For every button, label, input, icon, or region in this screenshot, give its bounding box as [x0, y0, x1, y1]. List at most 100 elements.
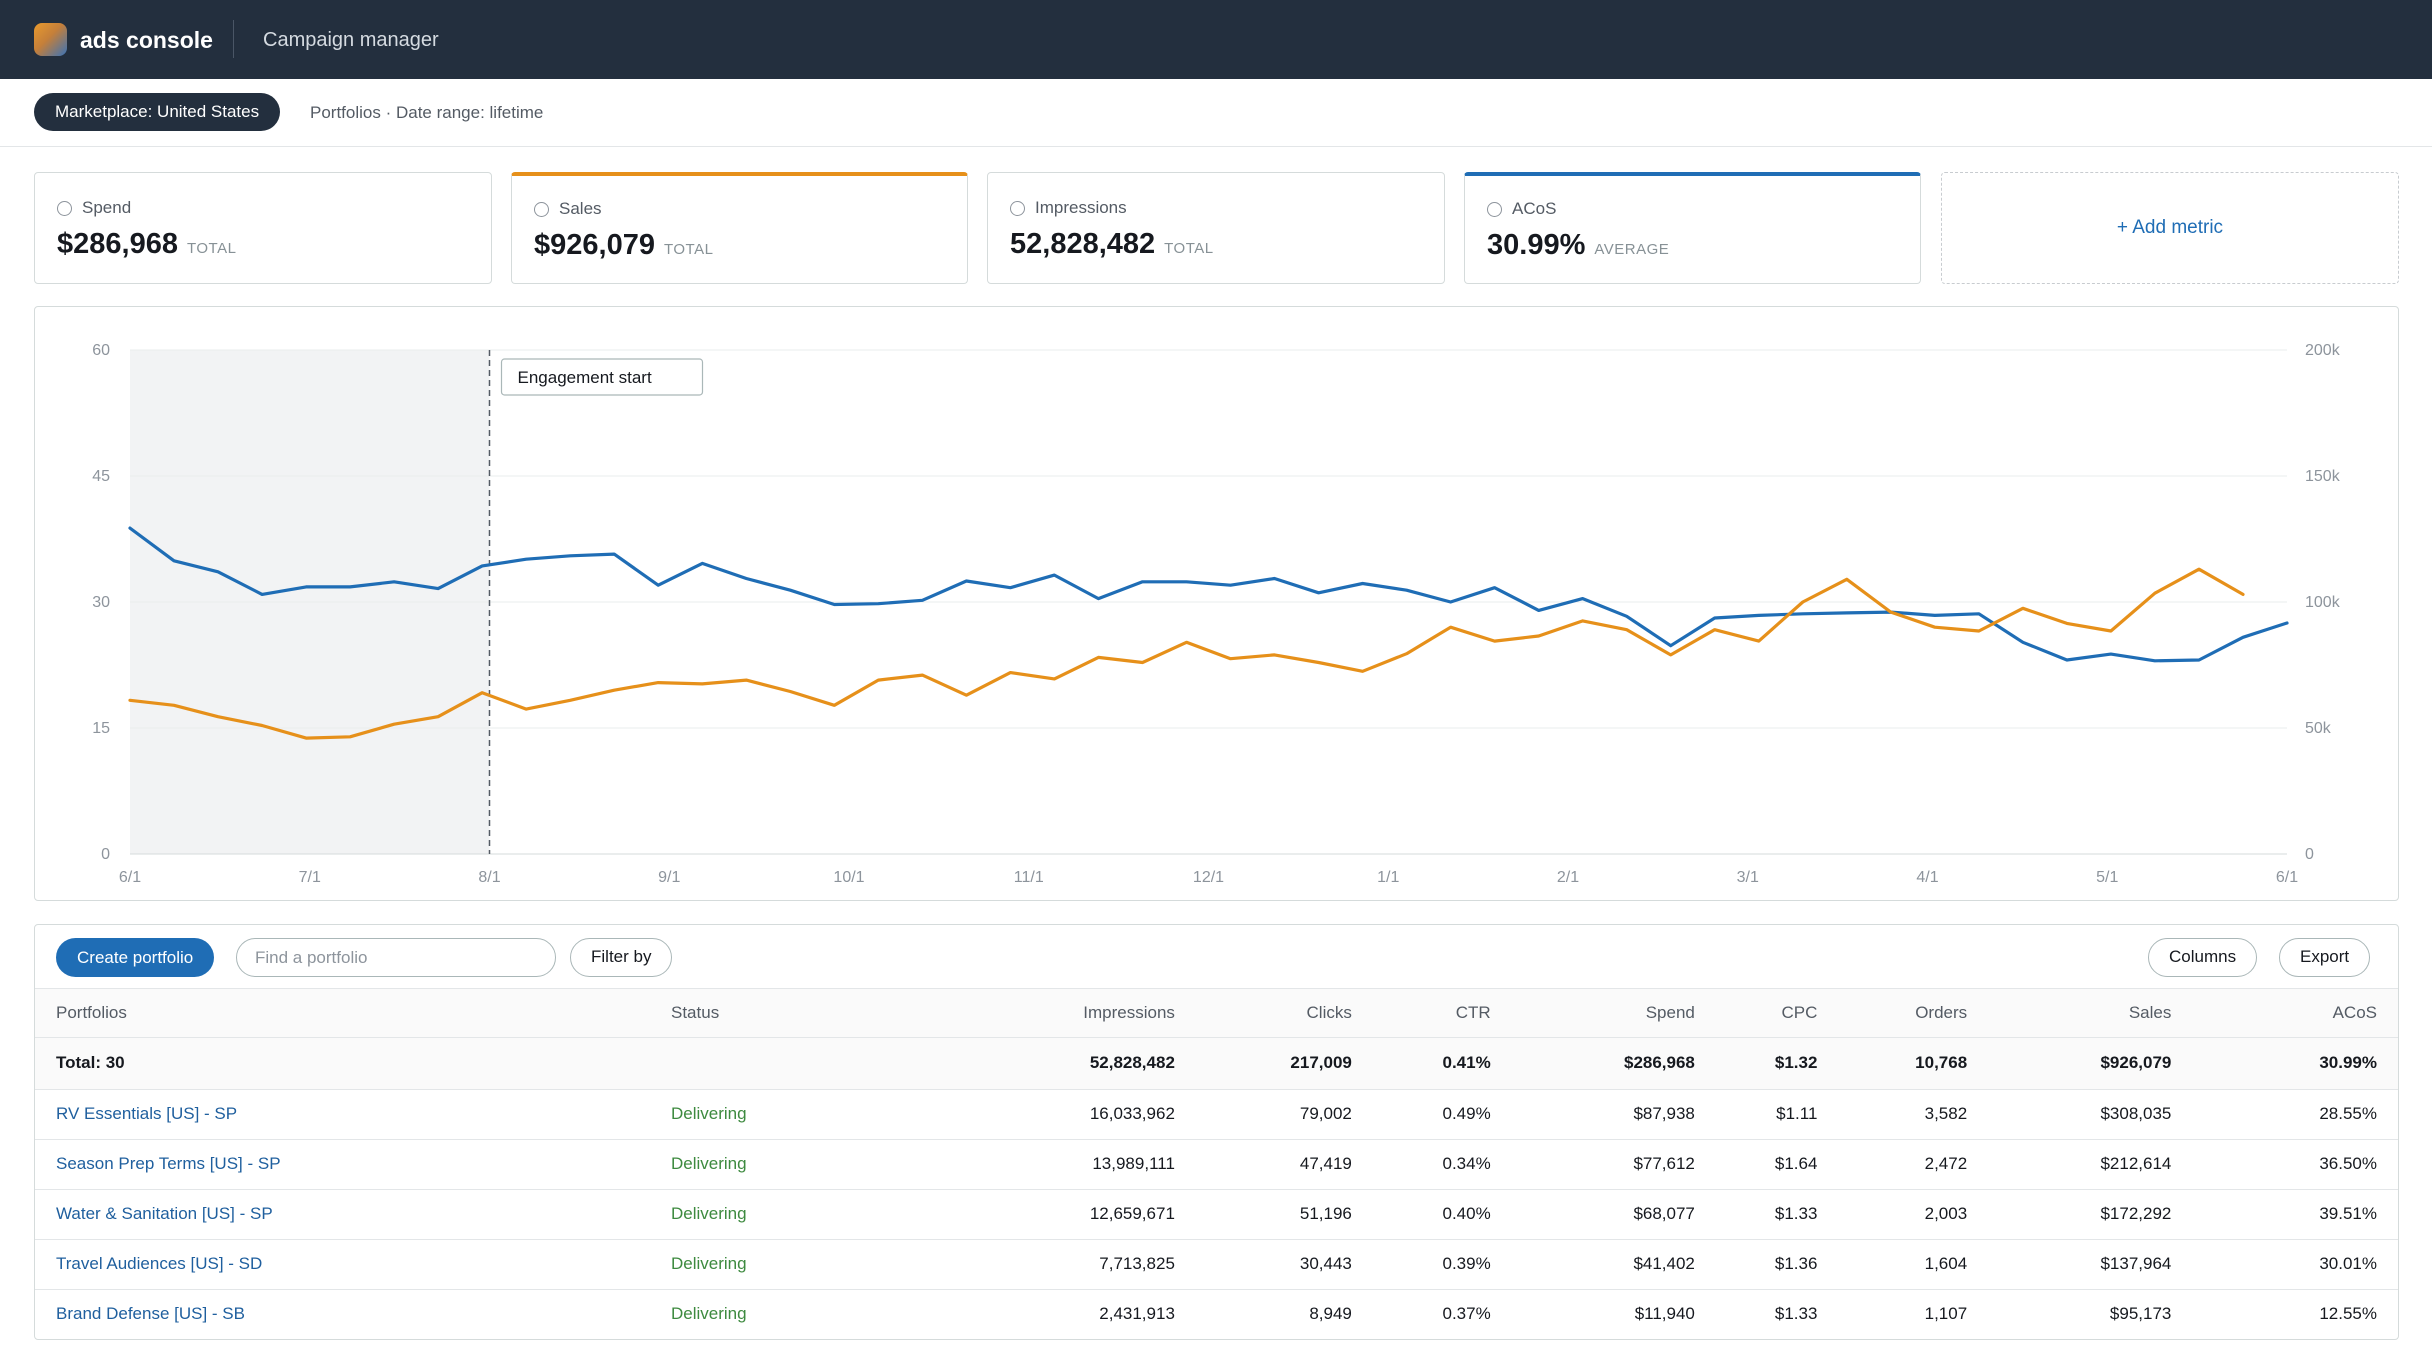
y-right-tick-label: 100k	[2305, 594, 2341, 611]
add-metric-card[interactable]: + Add metric	[1941, 172, 2399, 284]
x-tick-label: 7/1	[299, 869, 321, 886]
app-logo[interactable]	[34, 23, 67, 56]
portfolio-name-link[interactable]: Season Prep Terms [US] - SP	[35, 1139, 671, 1190]
column-header-acos[interactable]: ACoS	[2171, 989, 2398, 1038]
column-header-status[interactable]: Status	[671, 989, 911, 1038]
radio-icon[interactable]	[57, 200, 72, 216]
metric-unit: AVERAGE	[1594, 241, 1670, 258]
x-tick-label: 10/1	[833, 869, 864, 886]
status-cell: Delivering	[671, 1239, 911, 1290]
sales-cell: $137,964	[1967, 1239, 2172, 1290]
portfolio-name-link[interactable]: Travel Audiences [US] - SD	[35, 1239, 671, 1290]
export-button[interactable]: Export	[2279, 938, 2371, 977]
clicks-cell: 8,949	[1174, 1289, 1352, 1339]
table-row[interactable]: Season Prep Terms [US] - SP Delivering 1…	[35, 1139, 2398, 1190]
engagement-start-label: Engagement start	[518, 368, 652, 387]
status-cell: Delivering	[671, 1089, 911, 1140]
cpc-cell: $1.64	[1694, 1139, 1818, 1190]
cpc-cell: $1.36	[1694, 1239, 1818, 1290]
table-row[interactable]: RV Essentials [US] - SP Delivering 16,03…	[35, 1089, 2398, 1140]
columns-button[interactable]: Columns	[2148, 938, 2258, 977]
column-header-cpc[interactable]: CPC	[1694, 989, 1818, 1038]
cpc-cell: $1.33	[1694, 1289, 1818, 1339]
metric-value: 30.99%	[1487, 229, 1586, 261]
x-tick-label: 12/1	[1193, 869, 1224, 886]
y-right-tick-label: 150k	[2305, 468, 2341, 485]
table-row[interactable]: Brand Defense [US] - SB Delivering 2,431…	[35, 1289, 2398, 1339]
x-tick-label: 3/1	[1737, 869, 1759, 886]
x-tick-label: 11/1	[1014, 869, 1044, 886]
portfolio-name-link[interactable]: Brand Defense [US] - SB	[35, 1289, 671, 1339]
nav-divider	[233, 20, 234, 58]
cpc-cell: $1.11	[1694, 1089, 1818, 1140]
column-header-ctr[interactable]: CTR	[1351, 989, 1491, 1038]
column-header-sales[interactable]: Sales	[1967, 989, 2172, 1038]
orders-cell: 2,003	[1817, 1189, 1968, 1240]
spend-cell: $11,940	[1490, 1289, 1695, 1339]
portfolio-name-link[interactable]: Water & Sanitation [US] - SP	[35, 1189, 671, 1240]
y-right-tick-label: 0	[2305, 846, 2314, 863]
y-left-tick-label: 60	[92, 342, 110, 359]
spend-cell: $41,402	[1490, 1239, 1695, 1290]
metric-card-impressions[interactable]: Impressions 52,828,482 TOTAL	[987, 172, 1445, 284]
ctr-cell: 0.40%	[1351, 1189, 1491, 1240]
radio-icon[interactable]	[534, 201, 549, 217]
y-left-tick-label: 15	[92, 720, 110, 737]
x-tick-label: 6/1	[119, 869, 141, 886]
x-tick-label: 2/1	[1557, 869, 1579, 886]
total-status	[671, 1037, 911, 1090]
portfolio-name-link[interactable]: RV Essentials [US] - SP	[35, 1089, 671, 1140]
table-total-row: Total: 30 52,828,482 217,009 0.41% $286,…	[35, 1037, 2398, 1090]
metric-unit: TOTAL	[663, 241, 714, 258]
breadcrumb: Portfolios · Date range: lifetime	[310, 103, 544, 122]
y-left-tick-label: 30	[92, 594, 110, 611]
x-tick-label: 8/1	[478, 869, 500, 886]
ctr-cell: 0.39%	[1351, 1239, 1491, 1290]
filter-button[interactable]: Filter by	[570, 938, 673, 977]
metric-card-spend[interactable]: Spend $286,968 TOTAL	[34, 172, 492, 284]
impressions-cell: 13,989,111	[911, 1139, 1175, 1190]
total-sales: $926,079	[1967, 1037, 2172, 1090]
metric-card-sales[interactable]: Sales $926,079 TOTAL	[511, 172, 968, 284]
column-header-spend[interactable]: Spend	[1490, 989, 1695, 1038]
impressions-cell: 7,713,825	[911, 1239, 1175, 1290]
total-acos: 30.99%	[2171, 1037, 2398, 1090]
metric-unit: TOTAL	[186, 240, 237, 257]
x-tick-label: 5/1	[2096, 869, 2118, 886]
x-tick-label: 4/1	[1916, 869, 1938, 886]
marketplace-selector[interactable]: Marketplace: United States	[34, 93, 281, 131]
column-header-orders[interactable]: Orders	[1817, 989, 1968, 1038]
total-ctr: 0.41%	[1351, 1037, 1491, 1090]
add-metric-button[interactable]: + Add metric	[1942, 217, 2398, 239]
clicks-cell: 51,196	[1174, 1189, 1352, 1240]
metric-label: Spend	[82, 198, 132, 217]
total-orders: 10,768	[1817, 1037, 1968, 1090]
ctr-cell: 0.37%	[1351, 1289, 1491, 1339]
table-toolbar: Create portfolio Filter by Columns Expor…	[35, 925, 2398, 989]
status-cell: Delivering	[671, 1289, 911, 1339]
y-left-tick-label: 0	[101, 846, 110, 863]
radio-icon[interactable]	[1487, 201, 1502, 217]
spend-cell: $87,938	[1490, 1089, 1695, 1140]
table-row[interactable]: Water & Sanitation [US] - SP Delivering …	[35, 1189, 2398, 1240]
acos-cell: 30.01%	[2171, 1239, 2398, 1290]
app-name[interactable]: ads console	[80, 26, 213, 54]
sales-cell: $212,614	[1967, 1139, 2172, 1190]
nav-campaign-manager[interactable]: Campaign manager	[263, 27, 439, 53]
metric-label: Sales	[559, 199, 602, 218]
table-row[interactable]: Travel Audiences [US] - SD Delivering 7,…	[35, 1239, 2398, 1290]
x-tick-label: 9/1	[658, 869, 680, 886]
metric-card-acos[interactable]: ACoS 30.99% AVERAGE	[1464, 172, 1921, 284]
metric-label: Impressions	[1035, 198, 1127, 217]
total-clicks: 217,009	[1174, 1037, 1352, 1090]
cpc-cell: $1.33	[1694, 1189, 1818, 1240]
column-header-impressions[interactable]: Impressions	[911, 989, 1175, 1038]
top-nav-bar: ads console Campaign manager	[0, 0, 2432, 79]
create-portfolio-button[interactable]: Create portfolio	[56, 938, 215, 977]
column-header-clicks[interactable]: Clicks	[1174, 989, 1352, 1038]
metric-label: ACoS	[1512, 199, 1557, 218]
search-input[interactable]	[236, 938, 556, 977]
column-header-portfolios[interactable]: Portfolios	[35, 989, 671, 1038]
orders-cell: 1,107	[1817, 1289, 1968, 1339]
radio-icon[interactable]	[1010, 200, 1025, 216]
